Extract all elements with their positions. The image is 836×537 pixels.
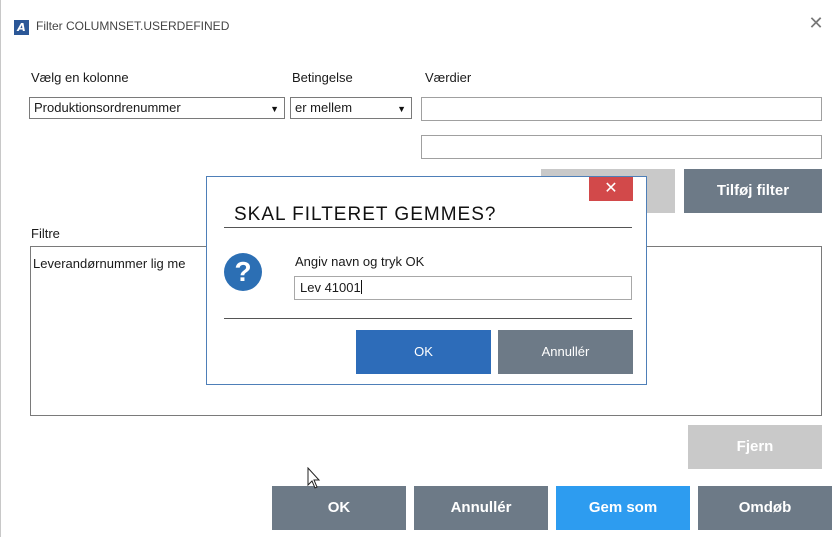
remove-filter-button[interactable]: Fjern: [688, 425, 822, 469]
window-title: Filter COLUMNSET.USERDEFINED: [36, 19, 230, 33]
value-from-input[interactable]: [421, 97, 822, 121]
dropdown-arrow-icon: ▼: [397, 104, 406, 114]
mouse-pointer-icon: [307, 467, 321, 489]
question-icon: ?: [224, 253, 262, 291]
condition-dropdown-value: er mellem: [295, 100, 353, 115]
column-dropdown[interactable]: Produktionsordrenummer ▼: [29, 97, 285, 119]
condition-dropdown[interactable]: er mellem ▼: [290, 97, 412, 119]
title-bar: A Filter COLUMNSET.USERDEFINED ✕: [1, 0, 836, 40]
filter-window: A Filter COLUMNSET.USERDEFINED ✕ Vælg en…: [0, 0, 836, 537]
dialog-prompt: Angiv navn og tryk OK: [295, 254, 425, 269]
rename-button[interactable]: Omdøb: [698, 486, 832, 530]
add-filter-button[interactable]: Tilføj filter: [684, 169, 822, 213]
filter-name-value: Lev 41001: [300, 280, 361, 295]
list-item[interactable]: Leverandørnummer lig me: [33, 256, 185, 271]
dialog-ok-button[interactable]: OK: [356, 330, 491, 374]
dropdown-arrow-icon: ▼: [270, 104, 279, 114]
dialog-title: SKAL FILTERET GEMMES?: [234, 204, 497, 225]
dialog-divider: [224, 318, 632, 319]
column-dropdown-value: Produktionsordrenummer: [34, 100, 181, 115]
dialog-divider: [224, 227, 632, 228]
dialog-cancel-button[interactable]: Annullér: [498, 330, 633, 374]
close-icon[interactable]: ✕: [807, 14, 825, 32]
text-caret: [360, 280, 362, 294]
filters-label: Filtre: [31, 226, 60, 241]
value-to-input[interactable]: [421, 135, 822, 159]
app-logo-icon: A: [14, 20, 29, 35]
values-label: Værdier: [425, 70, 472, 85]
save-as-button[interactable]: Gem som: [556, 486, 690, 530]
cancel-button[interactable]: Annullér: [414, 486, 548, 530]
condition-label: Betingelse: [292, 70, 353, 85]
column-label: Vælg en kolonne: [31, 70, 129, 85]
ok-button[interactable]: OK: [272, 486, 406, 530]
save-filter-dialog: ✕ SKAL FILTERET GEMMES? ? Angiv navn og …: [206, 176, 647, 385]
dialog-close-button[interactable]: ✕: [589, 177, 633, 201]
filter-name-input[interactable]: Lev 41001: [294, 276, 632, 300]
